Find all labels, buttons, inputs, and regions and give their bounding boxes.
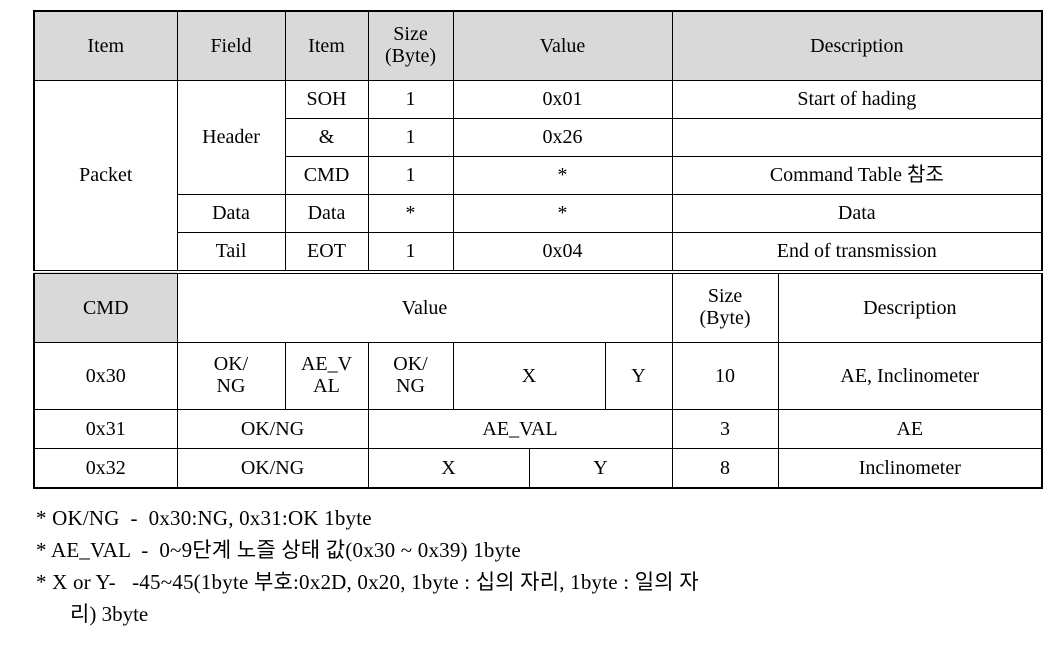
packet-item-soh: SOH: [284, 80, 369, 119]
cmd-0x32-value-x: X: [367, 448, 530, 489]
cmd-0x31-size: 3: [671, 409, 779, 449]
packet-field-header: Header: [176, 80, 286, 195]
cmd-0x30-value-1-line1: OK/: [213, 353, 249, 376]
table-row: Packet Header SOH 1 0x01 Start of hading: [33, 80, 1043, 273]
packet-description-amp: [671, 118, 1043, 157]
cmd-header-row: CMD Value Size (Byte) Description: [33, 270, 1043, 343]
cmd-code-0x31: 0x31: [33, 409, 178, 449]
packet-cmd-spec-table: Item Field Item Size (Byte) Value Descri…: [33, 10, 1044, 489]
col-header-item: Item: [284, 10, 369, 81]
packet-description-cmd: Command Table 참조: [671, 156, 1043, 195]
cmd-0x32-size: 8: [671, 448, 779, 489]
cmd-col-header-description: Description: [777, 270, 1043, 343]
packet-value-eot: 0x04: [452, 232, 673, 273]
packet-field-data: Data: [176, 194, 286, 233]
packet-size-soh: 1: [367, 80, 454, 119]
cmd-0x31-value-aeval: AE_VAL: [367, 409, 673, 449]
footnote-xy: * X or Y- -45~45(1byte 부호:0x2D, 0x20, 1b…: [36, 569, 699, 594]
cmd-0x30-value-2-line1: AE_V: [300, 353, 353, 376]
packet-value-data: *: [452, 194, 673, 233]
cmd-0x32-value-y: Y: [528, 448, 673, 489]
cmd-code-0x30: 0x30: [33, 342, 178, 410]
cmd-0x30-value-2: AE_V AL: [284, 342, 369, 410]
cmd-col-header-size: Size (Byte): [671, 270, 779, 343]
cmd-col-header-cmd: CMD: [33, 270, 178, 343]
cmd-0x32-description: Inclinometer: [777, 448, 1043, 489]
cmd-0x30-value-3-line1: OK/: [393, 353, 428, 376]
col-header-description: Description: [671, 10, 1043, 81]
document-page: Item Field Item Size (Byte) Value Descri…: [0, 0, 1045, 645]
cmd-0x30-value-1-line2: NG: [216, 375, 246, 397]
packet-item-cmd: CMD: [284, 156, 369, 195]
col-header-item-group: Item: [33, 10, 178, 81]
cmd-0x30-value-3-line2: NG: [396, 375, 425, 397]
cmd-code-0x32: 0x32: [33, 448, 178, 489]
packet-size-cmd: 1: [367, 156, 454, 195]
cmd-0x30-value-3: OK/ NG: [367, 342, 454, 410]
packet-item-eot: EOT: [284, 232, 369, 273]
col-header-size-line2: (Byte): [384, 45, 437, 67]
footnote-xy-continuation: 리) 3byte: [70, 601, 149, 626]
packet-field-tail: Tail: [176, 232, 286, 273]
packet-value-cmd: *: [452, 156, 673, 195]
footnote-okng: * OK/NG - 0x30:NG, 0x31:OK 1byte: [36, 506, 372, 530]
col-header-size-line1: Size: [393, 23, 428, 46]
table-row: Tail EOT 1 0x04 End of transmission: [34, 232, 1043, 273]
table-row: 0x31 OK/NG AE_VAL 3 AE: [33, 409, 1043, 449]
cmd-0x31-description: AE: [777, 409, 1043, 449]
packet-value-amp: 0x26: [452, 118, 673, 157]
table-row: 0x30 OK/ NG AE_V AL OK/ NG X Y 10 AE, In…: [33, 342, 1043, 410]
cmd-col-header-size-line2: (Byte): [699, 307, 751, 329]
cmd-0x30-value-2-line2: AL: [313, 375, 340, 397]
col-header-size: Size (Byte): [367, 10, 454, 81]
packet-description-data: Data: [671, 194, 1043, 233]
cmd-0x30-value-x: X: [452, 342, 606, 410]
col-header-field: Field: [176, 10, 286, 81]
packet-size-data: *: [367, 194, 454, 233]
packet-value-soh: 0x01: [452, 80, 673, 119]
cmd-col-header-value: Value: [176, 270, 673, 343]
packet-size-amp: 1: [367, 118, 454, 157]
footnotes: * OK/NG - 0x30:NG, 0x31:OK 1byte * AE_VA…: [33, 503, 1012, 631]
col-header-value: Value: [452, 10, 673, 81]
cmd-col-header-size-line1: Size: [707, 285, 743, 308]
packet-description-soh: Start of hading: [671, 80, 1043, 119]
packet-item-data: Data: [284, 194, 369, 233]
cmd-0x30-size: 10: [671, 342, 779, 410]
packet-size-eot: 1: [367, 232, 454, 273]
footnote-aeval: * AE_VAL - 0~9단계 노즐 상태 값(0x30 ~ 0x39) 1b…: [36, 537, 521, 562]
packet-item-amp: &: [284, 118, 369, 157]
cmd-0x31-value-okng: OK/NG: [176, 409, 369, 449]
cmd-0x32-value-okng: OK/NG: [176, 448, 369, 489]
cmd-0x30-value-1: OK/ NG: [176, 342, 286, 410]
cmd-0x30-description: AE, Inclinometer: [777, 342, 1043, 410]
packet-description-eot: End of transmission: [671, 232, 1043, 273]
table-row: 0x32 OK/NG X Y 8 Inclinometer: [33, 448, 1043, 489]
packet-header-row: Item Field Item Size (Byte) Value Descri…: [33, 10, 1043, 81]
table-row: Data Data * * Data: [34, 194, 1043, 233]
packet-group-label: Packet: [33, 80, 178, 273]
cmd-0x30-value-y: Y: [604, 342, 673, 410]
